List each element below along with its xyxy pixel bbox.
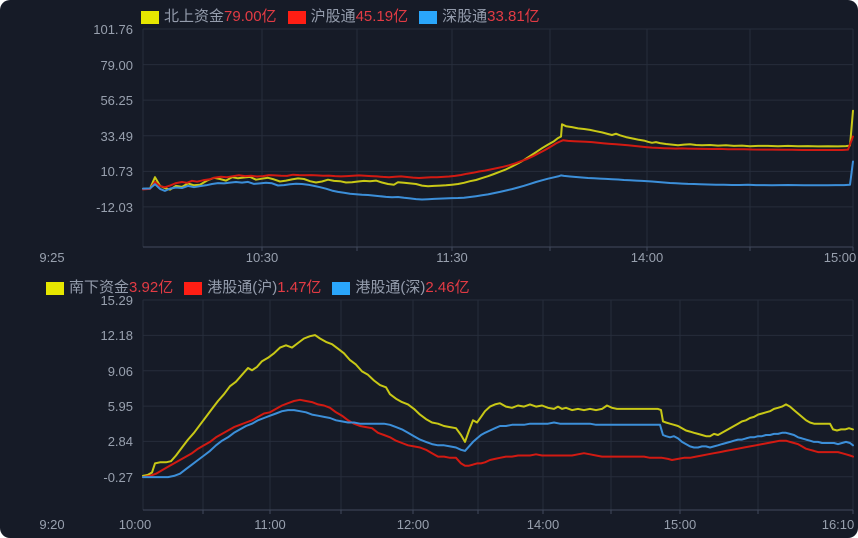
capital-flow-dashboard: 北上资金 79.00亿 沪股通 45.19亿 深股通 33.81亿 101.76… (0, 0, 858, 538)
legend-value: 45.19亿 (356, 8, 409, 26)
legend-label: 港股通(沪) (207, 279, 277, 297)
legend-swatch-blue-icon (332, 282, 350, 295)
series-line-南下资金 (143, 335, 853, 476)
y-axis-label: 10.73 (0, 164, 133, 179)
legend-item-beishang[interactable]: 北上资金 79.00亿 (141, 8, 277, 26)
legend-label: 深股通 (442, 8, 487, 26)
x-axis-label: 9:20 (39, 518, 64, 532)
legend-value: 33.81亿 (487, 8, 540, 26)
y-axis-label: 9.06 (0, 364, 133, 379)
x-axis-label: 14:00 (527, 518, 560, 532)
x-axis-label: 9:25 (39, 251, 64, 265)
legend-value: 1.47亿 (277, 279, 321, 297)
legend-label: 南下资金 (69, 279, 129, 297)
northbound-legend: 北上资金 79.00亿 沪股通 45.19亿 深股通 33.81亿 (141, 8, 551, 26)
legend-label: 北上资金 (164, 8, 224, 26)
legend-item-ganggutong-shen[interactable]: 港股通(深) 2.46亿 (332, 279, 469, 297)
southbound-legend: 南下资金 3.92亿 港股通(沪) 1.47亿 港股通(深) 2.46亿 (46, 279, 481, 297)
x-axis-label: 10:00 (119, 518, 152, 532)
y-axis-label: 101.76 (0, 22, 133, 37)
x-axis-label: 15:00 (664, 518, 697, 532)
legend-label: 沪股通 (311, 8, 356, 26)
legend-swatch-red-icon (288, 11, 306, 24)
y-axis-label: 33.49 (0, 129, 133, 144)
x-axis-label: 15:00 (824, 251, 857, 265)
x-axis-label: 14:00 (631, 251, 664, 265)
x-axis-label: 10:30 (246, 251, 279, 265)
y-axis-label: 2.84 (0, 434, 133, 449)
legend-value: 79.00亿 (224, 8, 277, 26)
legend-item-ganggutong-hu[interactable]: 港股通(沪) 1.47亿 (184, 279, 321, 297)
legend-swatch-blue-icon (419, 11, 437, 24)
y-axis-label: -0.27 (0, 470, 133, 485)
legend-value: 2.46亿 (425, 279, 469, 297)
legend-swatch-yellow-icon (141, 11, 159, 24)
legend-value: 3.92亿 (129, 279, 173, 297)
y-axis-label: 12.18 (0, 328, 133, 343)
y-axis-label: 56.25 (0, 93, 133, 108)
x-axis-label: 16:10 (822, 518, 855, 532)
x-axis-label: 11:30 (436, 251, 468, 265)
legend-swatch-red-icon (184, 282, 202, 295)
y-axis-label: 5.95 (0, 399, 133, 414)
legend-item-hugutong[interactable]: 沪股通 45.19亿 (288, 8, 409, 26)
legend-label: 港股通(深) (355, 279, 425, 297)
legend-item-nanxia[interactable]: 南下资金 3.92亿 (46, 279, 173, 297)
x-axis-label: 12:00 (397, 518, 430, 532)
y-axis-label: -12.03 (0, 200, 133, 215)
chart-plot-area[interactable] (0, 0, 858, 538)
legend-swatch-yellow-icon (46, 282, 64, 295)
legend-item-shengutong[interactable]: 深股通 33.81亿 (419, 8, 540, 26)
y-axis-label: 79.00 (0, 58, 133, 73)
x-axis-label: 11:00 (254, 518, 286, 532)
